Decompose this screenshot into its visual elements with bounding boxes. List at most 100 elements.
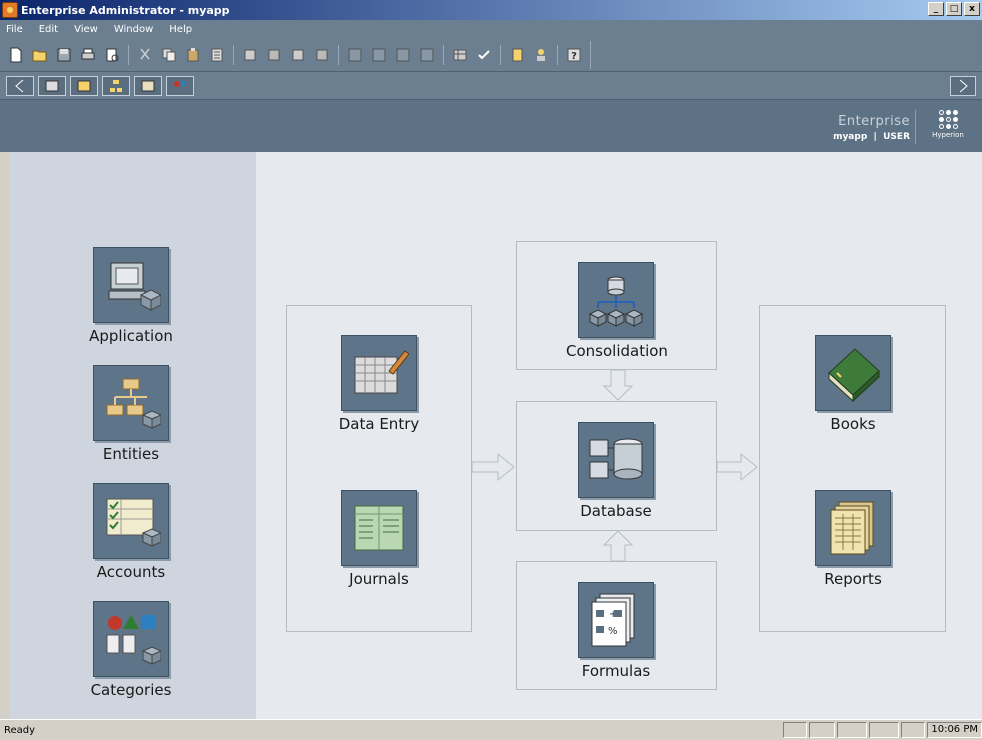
books-tile[interactable]: Books	[803, 335, 903, 433]
left-gutter	[0, 152, 9, 719]
books-icon[interactable]	[815, 335, 891, 411]
import-icon[interactable]	[240, 45, 260, 65]
users-icon[interactable]	[531, 45, 551, 65]
reports-tile[interactable]: Reports	[803, 490, 903, 588]
categories-icon[interactable]	[93, 601, 169, 677]
accounts-icon[interactable]	[134, 75, 162, 96]
menu-view[interactable]: View	[74, 24, 98, 35]
vendor-name: Hyperion	[932, 131, 964, 139]
application-label: Application	[89, 327, 173, 345]
cut-icon[interactable]	[135, 45, 155, 65]
entities-icon[interactable]	[102, 75, 130, 96]
status-clock: 10:06 PM	[927, 722, 982, 738]
formulas-icon[interactable]: +%	[578, 582, 654, 658]
window-title: Enterprise Administrator - myapp	[21, 3, 230, 17]
entities-icon[interactable]	[93, 365, 169, 441]
nav-bar	[0, 72, 982, 100]
grid-icon[interactable]	[345, 45, 365, 65]
reports-label: Reports	[824, 570, 882, 588]
session-separator: |	[873, 132, 877, 142]
brand-divider	[915, 110, 916, 144]
data-entry-icon[interactable]	[341, 335, 417, 411]
copy-icon[interactable]	[159, 45, 179, 65]
app-icon[interactable]	[2, 2, 18, 18]
toolbar-separator	[338, 44, 339, 65]
database-icon[interactable]	[578, 422, 654, 498]
close-button[interactable]: x	[964, 2, 980, 16]
back-icon[interactable]	[6, 75, 34, 96]
folder-icon[interactable]	[70, 75, 98, 96]
load-icon[interactable]	[312, 45, 332, 65]
data-entry-tile[interactable]: Data Entry	[329, 335, 429, 433]
data-entry-label: Data Entry	[338, 415, 420, 433]
menu-help[interactable]: Help	[169, 24, 192, 35]
database-label: Database	[580, 502, 652, 520]
formulas-tile[interactable]: +% Formulas	[566, 582, 666, 680]
status-panel	[869, 722, 900, 738]
status-panel	[783, 722, 808, 738]
menu-window[interactable]: Window	[114, 24, 153, 35]
document-icon[interactable]	[507, 45, 527, 65]
save-icon[interactable]	[54, 45, 74, 65]
toolbar-separator	[443, 44, 444, 65]
print-icon[interactable]	[78, 45, 98, 65]
form-icon[interactable]	[393, 45, 413, 65]
export-icon[interactable]	[264, 45, 284, 65]
journals-tile[interactable]: Journals	[329, 490, 429, 588]
categories-tile[interactable]: Categories	[81, 601, 181, 699]
menu-bar: File Edit View Window Help	[0, 20, 982, 38]
header-band: Enterprise myapp | USER Hyperion	[0, 100, 982, 152]
table-icon[interactable]	[450, 45, 470, 65]
paste-icon[interactable]	[183, 45, 203, 65]
title-bar: Enterprise Administrator - myapp _ □ x	[0, 0, 982, 20]
application-icon[interactable]	[93, 247, 169, 323]
consolidation-label: Consolidation	[566, 342, 668, 360]
toolbar-separator	[557, 44, 558, 65]
database-tile[interactable]: Database	[566, 422, 666, 520]
application-tile[interactable]: Application	[81, 247, 181, 345]
sidebar: Application Entities Accounts Categories	[9, 152, 256, 719]
toolbar-group: ?	[4, 40, 591, 69]
journals-label: Journals	[349, 570, 409, 588]
consolidation-icon[interactable]	[578, 262, 654, 338]
session-info: myapp | USER	[833, 132, 910, 142]
app-name: myapp	[833, 132, 868, 142]
categories-icon[interactable]	[166, 75, 194, 96]
report-icon[interactable]	[417, 45, 437, 65]
menu-file[interactable]: File	[6, 24, 23, 35]
svg-text:?: ?	[571, 51, 577, 62]
new-icon[interactable]	[6, 45, 26, 65]
status-panel	[837, 722, 868, 738]
entities-tile[interactable]: Entities	[81, 365, 181, 463]
categories-label: Categories	[90, 681, 172, 699]
status-bar: Ready 10:06 PM	[0, 719, 982, 740]
brand-block: Enterprise myapp | USER	[833, 114, 910, 142]
maximize-button[interactable]: □	[946, 2, 962, 16]
check-icon[interactable]	[474, 45, 494, 65]
minimize-button[interactable]: _	[928, 2, 944, 16]
forward-icon[interactable]	[950, 76, 976, 96]
print-preview-icon[interactable]	[102, 45, 122, 65]
arrow-up-icon	[603, 531, 633, 561]
journals-icon[interactable]	[341, 490, 417, 566]
accounts-tile[interactable]: Accounts	[81, 483, 181, 581]
status-panels: 10:06 PM	[783, 722, 982, 738]
status-text: Ready	[4, 724, 36, 736]
toolbar-separator	[128, 44, 129, 65]
accounts-icon[interactable]	[93, 483, 169, 559]
reports-icon[interactable]	[815, 490, 891, 566]
open-icon[interactable]	[30, 45, 50, 65]
status-panel	[901, 722, 926, 738]
consolidation-tile[interactable]: Consolidation	[566, 262, 668, 360]
view-icon[interactable]	[369, 45, 389, 65]
arrow-right-icon	[717, 452, 758, 482]
accounts-label: Accounts	[96, 563, 166, 581]
status-panel	[809, 722, 836, 738]
formulas-label: Formulas	[581, 662, 651, 680]
help-icon[interactable]: ?	[564, 45, 584, 65]
extract-icon[interactable]	[288, 45, 308, 65]
user-name: USER	[883, 132, 910, 142]
menu-edit[interactable]: Edit	[39, 24, 58, 35]
properties-icon[interactable]	[207, 45, 227, 65]
application-icon[interactable]	[38, 75, 66, 96]
